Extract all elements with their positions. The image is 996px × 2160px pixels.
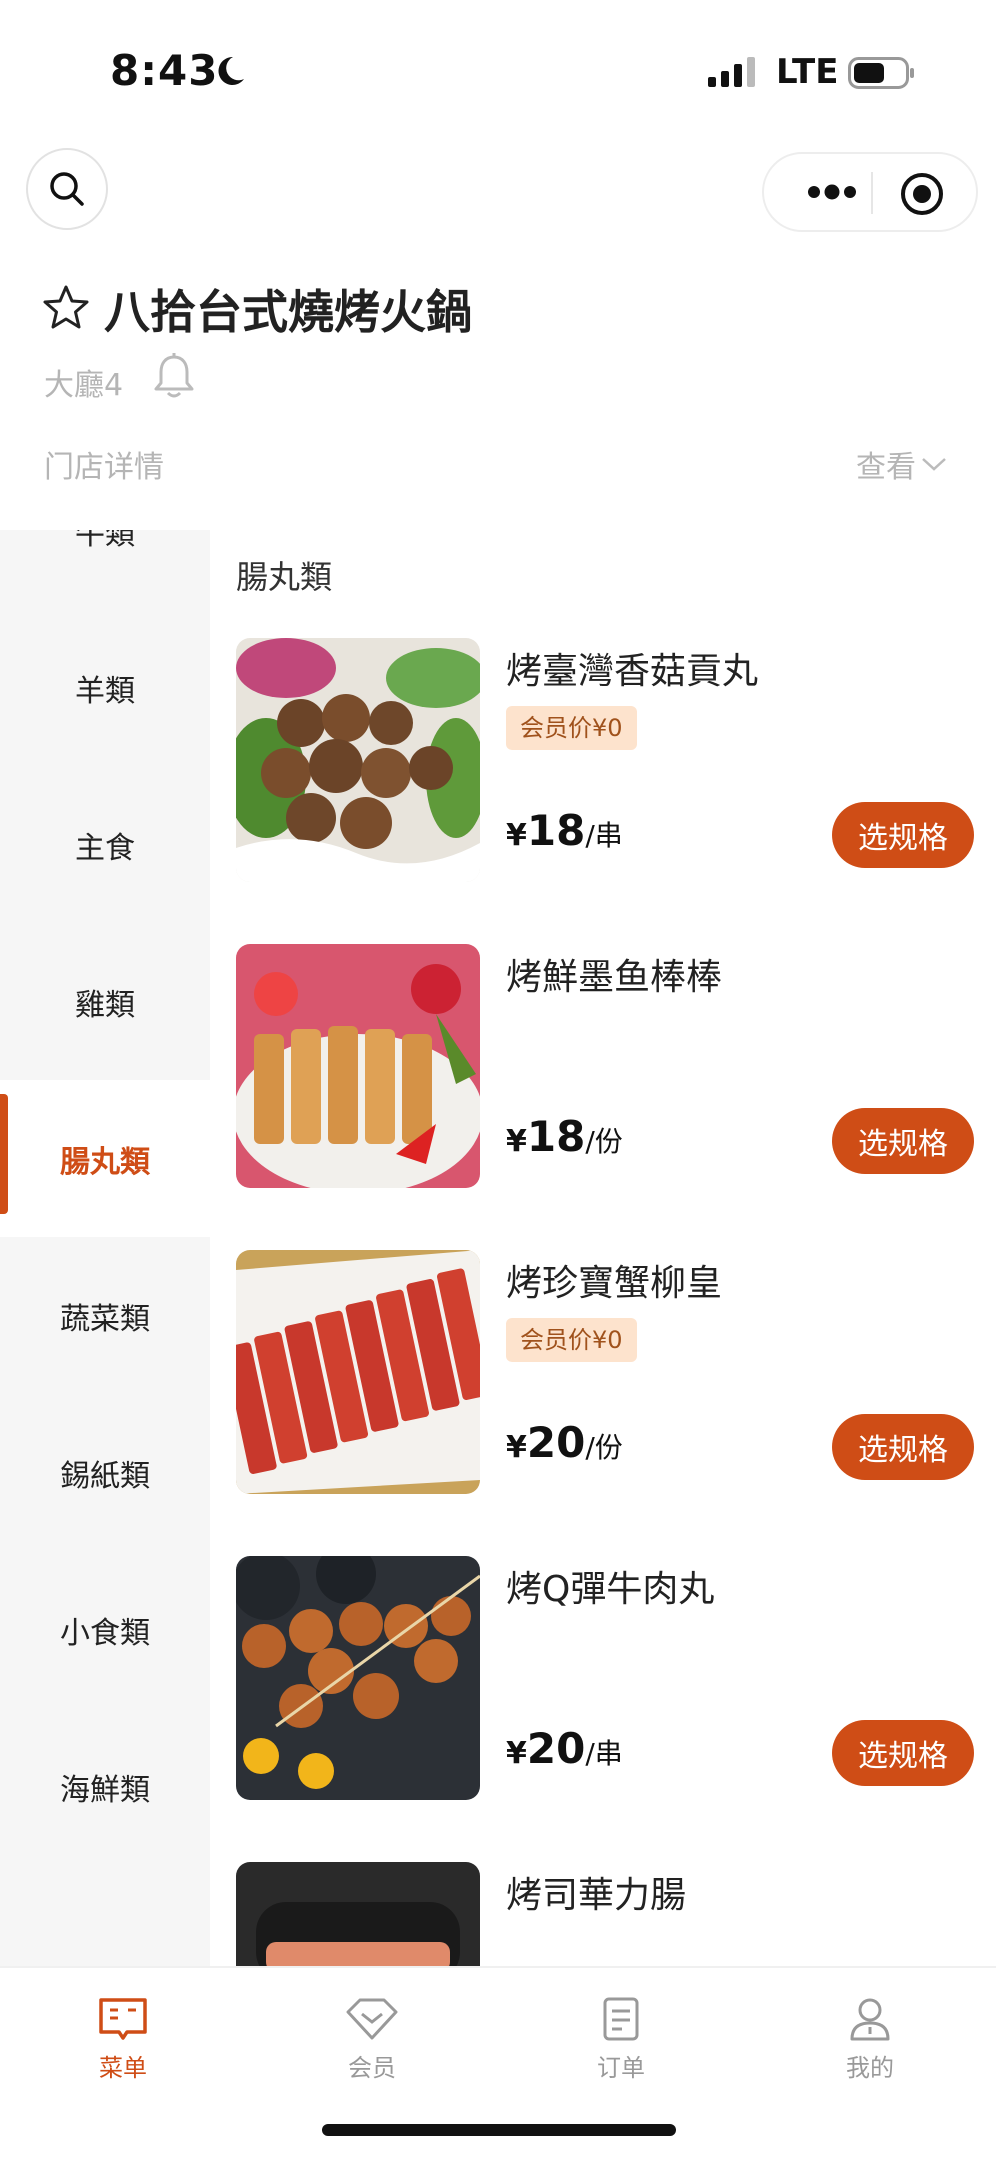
more-dots-icon [808,184,856,200]
status-bar: 8:43 LTE [0,0,996,140]
favorite-star-icon[interactable] [42,284,90,330]
tab-label: 我的 [846,2054,894,2082]
home-indicator[interactable] [322,2124,676,2136]
chevron-down-icon [922,458,946,471]
dish-image [236,944,480,1188]
tab-label: 订单 [597,2054,645,2082]
search-button[interactable] [26,148,108,230]
capsule-divider [871,172,873,214]
tab-menu[interactable]: 菜单 [33,1996,213,2096]
tab-profile[interactable]: 我的 [780,1996,960,2096]
view-label: 查看 [856,450,916,485]
store-detail-label: 门店详情 [44,450,164,485]
category-sidebar[interactable]: 牛類 羊類 主食 雞類 腸丸類 蔬菜類 錫紙類 小食類 海鮮類 [0,530,210,1966]
section-title: 腸丸類 [236,558,333,596]
target-circle-icon [901,173,943,215]
more-options-button[interactable] [792,170,872,214]
dish-price: ¥20/串 [506,1724,623,1773]
tab-label: 会员 [348,2054,396,2082]
category-item[interactable]: 牛類 [0,530,210,609]
select-spec-button[interactable]: 选规格 [832,802,974,868]
dish-image [236,638,480,882]
dish-image [236,1862,480,1966]
dish-name: 烤司華力腸 [506,1875,687,1916]
tab-member[interactable]: 会员 [282,1996,462,2096]
signal-icon [708,57,755,87]
dish-item[interactable]: 烤司華力腸 [210,1862,996,1966]
dish-item[interactable]: 烤Q彈牛肉丸 ¥20/串 选规格 [210,1556,996,1856]
category-item[interactable]: 錫紙類 [0,1394,210,1551]
dish-item[interactable]: 烤珍寶蟹柳皇 会员价¥0 ¥20/份 选规格 [210,1250,996,1550]
menu-book-icon [99,1998,147,2040]
select-spec-button[interactable]: 选规格 [832,1108,974,1174]
member-diamond-icon [346,1998,398,2040]
store-name: 八拾台式燒烤火鍋 [104,285,472,339]
dish-price: ¥18/串 [506,806,623,855]
dish-name: 烤珍寶蟹柳皇 [506,1263,723,1304]
category-item[interactable]: 雞類 [0,923,210,1080]
category-item[interactable]: 羊類 [0,609,210,766]
category-item[interactable]: 主食 [0,766,210,923]
dish-image [236,1556,480,1800]
tab-orders[interactable]: 订单 [531,1996,711,2096]
category-item-active[interactable]: 腸丸類 [0,1080,210,1237]
category-item[interactable]: 海鮮類 [0,1708,210,1865]
dish-price: ¥20/份 [506,1418,623,1467]
miniprogram-capsule [762,152,978,232]
table-number: 大廳4 [44,368,124,403]
dish-name: 烤臺灣香菇貢丸 [506,651,759,692]
battery-icon [848,57,914,89]
status-time: 8:43 [110,46,219,95]
category-item[interactable]: 蔬菜類 [0,1237,210,1394]
view-store-detail-link[interactable]: 查看 [856,442,948,486]
category-item[interactable]: 小食類 [0,1551,210,1708]
close-miniprogram-button[interactable] [894,166,950,222]
select-spec-button[interactable]: 选规格 [832,1720,974,1786]
order-document-icon [603,1997,639,2041]
dish-price: ¥18/份 [506,1112,623,1161]
dish-image [236,1250,480,1494]
moon-icon [218,56,244,85]
member-price-badge: 会员价¥0 [506,706,637,750]
search-icon [50,172,84,206]
dish-item[interactable]: 烤臺灣香菇貢丸 会员价¥0 ¥18/串 选规格 [210,638,996,938]
member-price-badge: 会员价¥0 [506,1318,637,1362]
dish-name: 烤Q彈牛肉丸 [506,1569,715,1610]
dish-item[interactable]: 烤鮮墨鱼棒棒 ¥18/份 选规格 [210,944,996,1244]
profile-person-icon [850,1998,890,2041]
select-spec-button[interactable]: 选规格 [832,1414,974,1480]
dish-name: 烤鮮墨鱼棒棒 [506,957,723,998]
network-type: LTE [776,52,839,92]
bell-icon[interactable] [152,352,196,400]
tab-label: 菜单 [99,2054,147,2082]
dish-list[interactable]: 腸丸類 烤臺灣香菇貢丸 会员价¥0 ¥18/串 选规格 烤鮮墨鱼棒棒 ¥18/份… [210,530,996,1966]
